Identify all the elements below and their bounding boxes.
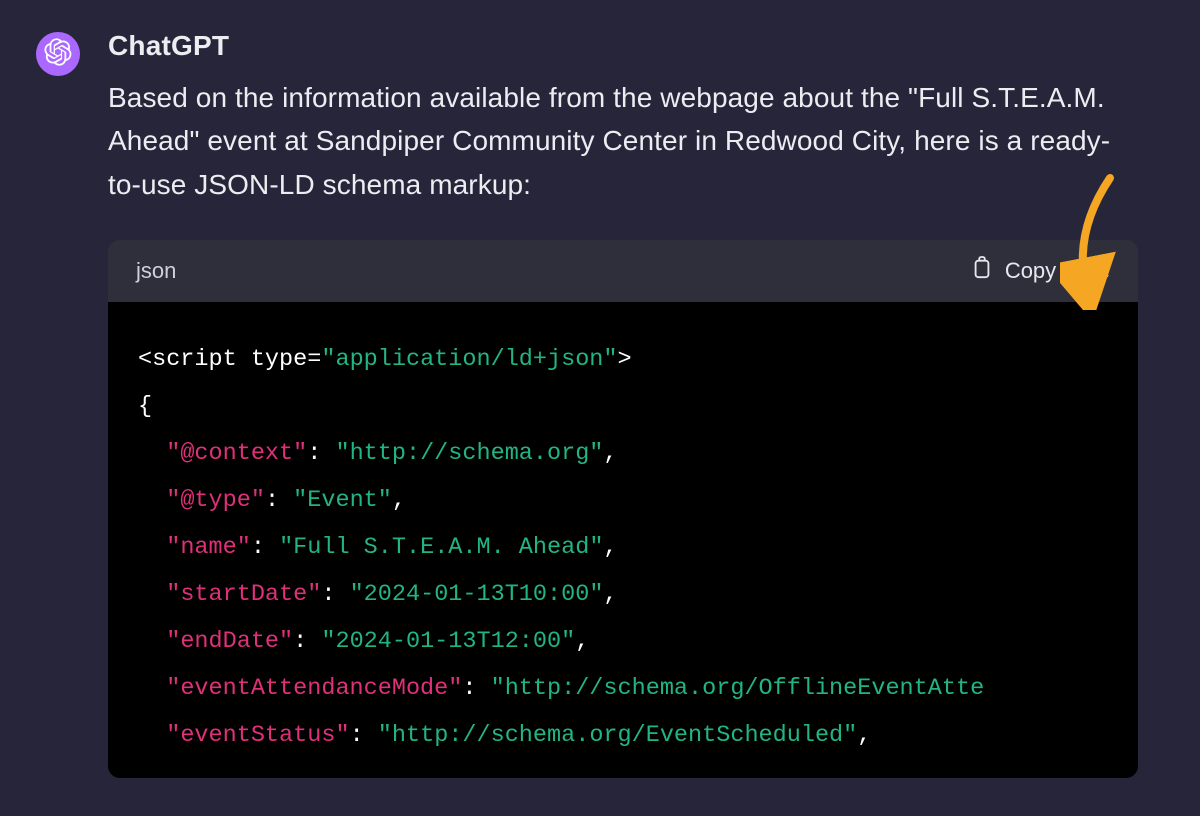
copy-code-label: Copy code: [1005, 258, 1110, 284]
author-name: ChatGPT: [108, 30, 1170, 62]
code-block: json Copy code <script type="application…: [108, 240, 1138, 778]
copy-code-button[interactable]: Copy code: [971, 256, 1110, 286]
code-block-header: json Copy code: [108, 240, 1138, 302]
assistant-message: ChatGPT Based on the information availab…: [0, 0, 1200, 778]
code-body[interactable]: <script type="application/ld+json"> { "@…: [108, 302, 1138, 778]
chatgpt-logo-icon: [44, 38, 72, 71]
clipboard-icon: [971, 256, 993, 286]
message-body: Based on the information available from …: [108, 76, 1138, 206]
assistant-avatar: [36, 32, 80, 76]
code-language-label: json: [136, 258, 176, 284]
